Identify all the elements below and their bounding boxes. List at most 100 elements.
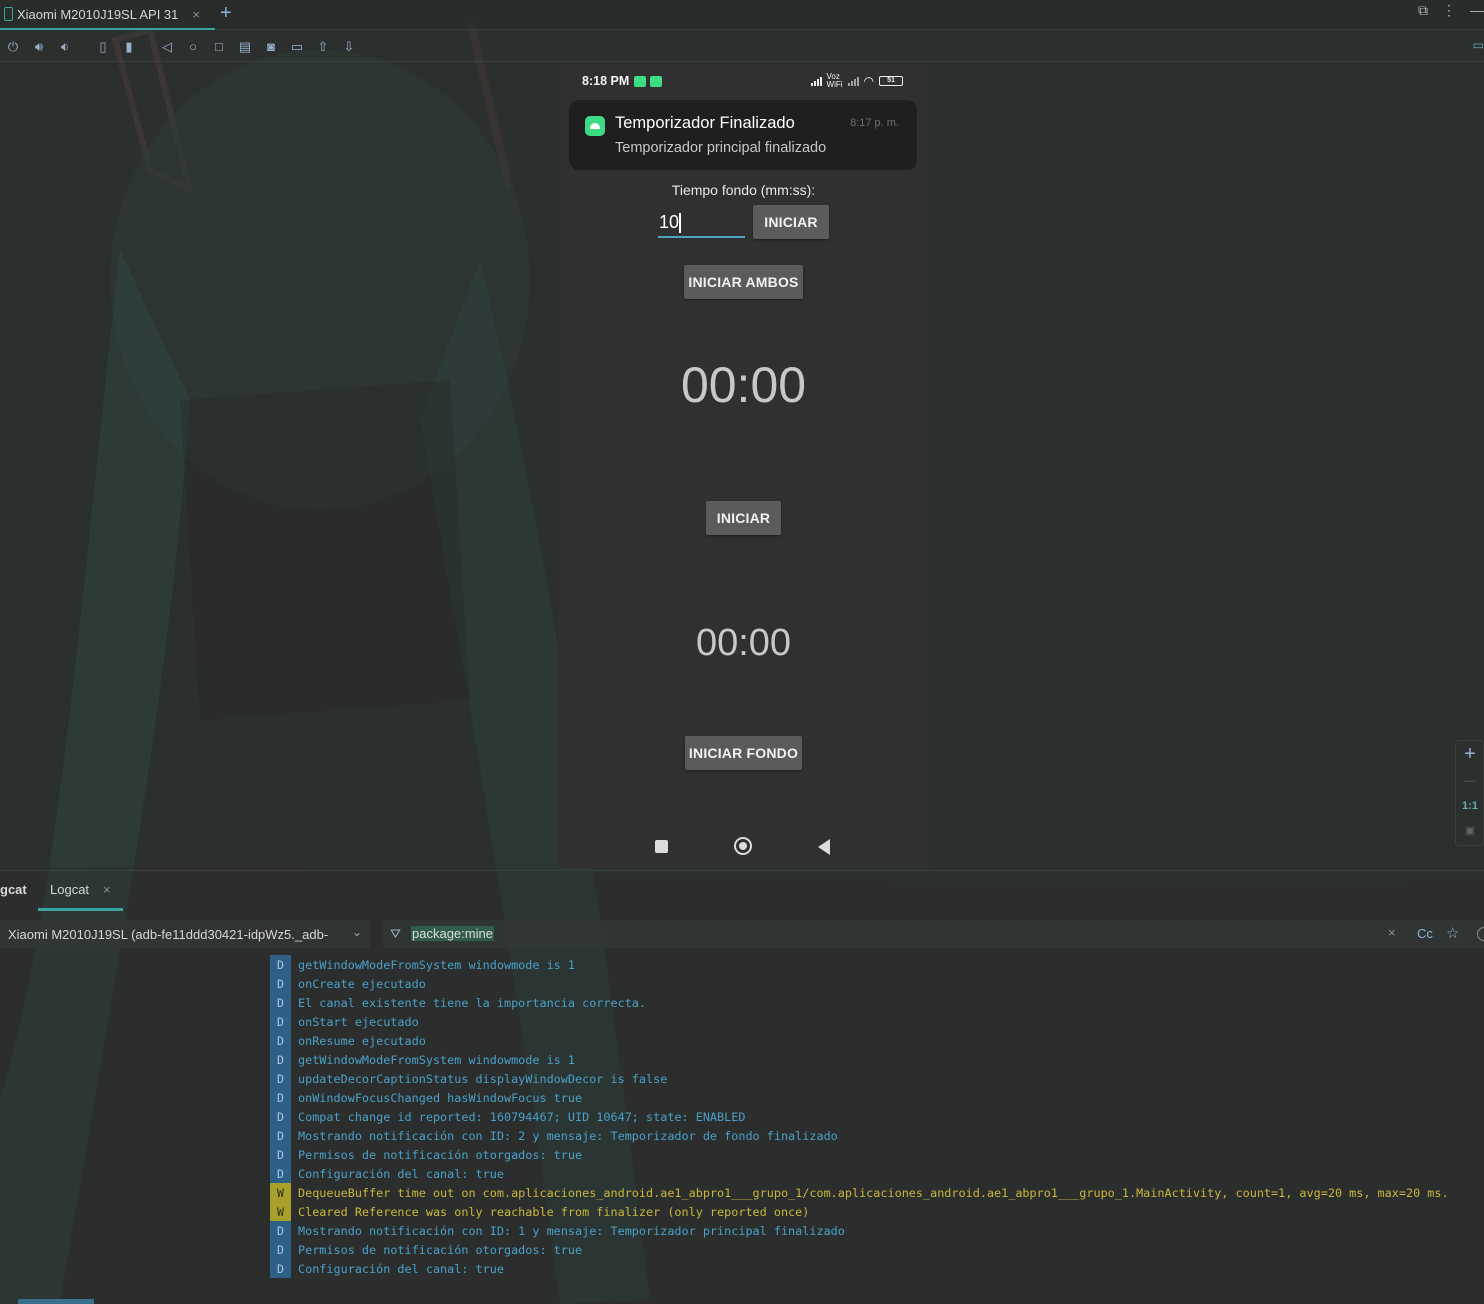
log-level-badge: W xyxy=(270,1202,291,1221)
log-row[interactable]: D Permisos de notificación otorgados: tru… xyxy=(270,1145,1484,1164)
zoom-actual-size-button[interactable]: 1:1 xyxy=(1456,800,1484,812)
fold-icon[interactable]: ▤ xyxy=(232,34,258,60)
log-row[interactable]: D Permisos de notificación otorgados: tru… xyxy=(270,1240,1484,1259)
log-row[interactable]: D Mostrando notificación con ID: 1 y mens… xyxy=(270,1221,1484,1240)
zoom-fit-icon[interactable]: ▣ xyxy=(1456,824,1484,837)
log-message: Compat change id reported: 160794467; UI… xyxy=(298,1109,746,1124)
log-message: Mostrando notificación con ID: 2 y mensa… xyxy=(298,1128,838,1143)
overview-icon[interactable]: □ xyxy=(206,34,232,60)
log-message: onWindowFocusChanged hasWindowFocus true xyxy=(298,1090,583,1105)
log-message: DequeueBuffer time out on com.aplicacion… xyxy=(298,1185,1449,1200)
help-icon[interactable] xyxy=(1477,927,1484,941)
add-tab-button[interactable]: + xyxy=(220,2,232,25)
notification-card[interactable]: Temporizador Finalizado 8:17 p. m. Tempo… xyxy=(569,100,917,170)
home-nav-icon[interactable] xyxy=(734,837,752,855)
device-tab-label: Xiaomi M2010J19SL API 31 xyxy=(17,6,179,22)
log-message: getWindowModeFromSystem windowmode is 1 xyxy=(298,1052,575,1067)
text-caret xyxy=(679,213,681,234)
log-row[interactable]: W Cleared Reference was only reachable fr… xyxy=(270,1202,1484,1221)
back-nav-icon[interactable] xyxy=(818,839,830,855)
recents-nav-icon[interactable] xyxy=(655,840,668,853)
log-message: Mostrando notificación con ID: 1 y mensa… xyxy=(298,1223,845,1238)
notification-text: Temporizador principal finalizado xyxy=(615,140,827,156)
log-row[interactable]: DonCreate ejecutado xyxy=(270,974,1484,993)
log-message: onResume ejecutado xyxy=(298,1033,426,1048)
log-level-badge: D xyxy=(270,993,291,1012)
volume-up-icon[interactable]: 🔊︎ xyxy=(26,34,52,60)
log-level-badge: D xyxy=(270,1088,291,1107)
device-screen[interactable]: 8:18 PM Voz WiFi ◠ 51 Temporizador Final… xyxy=(558,66,929,868)
log-row[interactable]: W DequeueBuffer time out on com.aplicacio… xyxy=(270,1183,1484,1202)
log-row[interactable]: D Mostrando notificación con ID: 2 y mens… xyxy=(270,1126,1484,1145)
rotate-right-icon[interactable]: ▮ xyxy=(116,34,142,60)
log-level-badge: D xyxy=(270,1031,291,1050)
clear-filter-icon[interactable]: × xyxy=(1388,925,1396,940)
device-tab[interactable]: Xiaomi M2010J19SL API 31 × xyxy=(0,0,215,30)
home-icon[interactable]: ○ xyxy=(180,34,206,60)
screenshot-icon[interactable]: ◙ xyxy=(258,34,284,60)
network-label: Voz WiFi xyxy=(826,72,843,89)
device-icon xyxy=(4,7,13,21)
chevron-down-icon: ⌄ xyxy=(351,925,362,939)
battery-icon: 51 xyxy=(879,76,903,86)
log-level-badge: D xyxy=(270,1012,291,1031)
screen-record-icon[interactable]: ▭ xyxy=(284,34,310,60)
filter-query: package:mine xyxy=(411,926,494,941)
zoom-controls: + — 1:1 ▣ xyxy=(1455,740,1484,846)
log-row[interactable]: DgetWindowModeFromSystem windowmode is 1 xyxy=(270,1050,1484,1069)
log-level-badge: D xyxy=(270,1107,291,1126)
match-case-button[interactable]: Cc xyxy=(1417,926,1433,941)
minimize-icon[interactable]: — xyxy=(1470,2,1484,19)
log-row[interactable]: DonWindowFocusChanged hasWindowFocus tru… xyxy=(270,1088,1484,1107)
logcat-filter-bar: Xiaomi M2010J19SL (adb-fe11ddd30421-idpW… xyxy=(0,918,1484,948)
log-row[interactable]: DupdateDecorCaptionStatus displayWindowD… xyxy=(270,1069,1484,1088)
notification-title: Temporizador Finalizado xyxy=(615,114,795,132)
close-tab-icon[interactable]: × xyxy=(103,882,111,897)
log-message: onCreate ejecutado xyxy=(298,976,426,991)
log-row[interactable]: D Configuración del canal: true xyxy=(270,1164,1484,1183)
log-row[interactable]: D Configuración del canal: true xyxy=(270,1259,1484,1278)
download-icon[interactable]: ⇩ xyxy=(336,34,362,60)
start-fondo-button[interactable]: INICIAR FONDO xyxy=(685,736,802,770)
log-row[interactable]: DgetWindowModeFromSystem windowmode is 1 xyxy=(270,955,1484,974)
device-mirror-icon[interactable]: ▭ xyxy=(1473,38,1484,52)
fondo-time-input[interactable]: 10 xyxy=(658,208,745,238)
log-level-badge: D xyxy=(270,1164,291,1183)
zoom-in-icon[interactable]: + xyxy=(1456,743,1484,766)
horizontal-scrollbar[interactable] xyxy=(18,1299,94,1304)
logcat-output[interactable]: DgetWindowModeFromSystem windowmode is 1… xyxy=(270,955,1484,1278)
log-level-badge: D xyxy=(270,1240,291,1259)
open-external-icon[interactable]: ⧉ xyxy=(1418,2,1428,19)
more-options-icon[interactable]: ⋮ xyxy=(1442,2,1456,19)
favorite-filter-icon[interactable]: ☆ xyxy=(1446,924,1459,942)
log-level-badge: D xyxy=(270,1145,291,1164)
log-message: El canal existente tiene la importancia … xyxy=(298,995,647,1010)
log-row[interactable]: DonResume ejecutado xyxy=(270,1031,1484,1050)
close-tab-icon[interactable]: × xyxy=(192,7,200,22)
app-notification-icon xyxy=(650,76,662,87)
start-fondo-input-button[interactable]: INICIAR xyxy=(753,205,829,239)
emulator-tab-bar: Xiaomi M2010J19SL API 31 × + ⧉ ⋮ — xyxy=(0,0,1484,30)
log-row[interactable]: D Compat change id reported: 160794467; U… xyxy=(270,1107,1484,1126)
log-message: Cleared Reference was only reachable fro… xyxy=(298,1204,810,1219)
tab-logcat[interactable]: Logcat × xyxy=(38,871,123,911)
volume-down-icon[interactable]: 🔉︎ xyxy=(52,34,78,60)
start-main-button[interactable]: INICIAR xyxy=(706,501,781,535)
notification-time: 8:17 p. m. xyxy=(850,117,899,129)
power-icon[interactable]: ⏻ xyxy=(0,34,26,60)
upload-icon[interactable]: ⇧ xyxy=(310,34,336,60)
start-both-button[interactable]: INICIAR AMBOS xyxy=(684,265,803,299)
device-selector[interactable]: Xiaomi M2010J19SL (adb-fe11ddd30421-idpW… xyxy=(0,920,370,948)
log-level-badge: D xyxy=(270,1069,291,1088)
zoom-out-icon[interactable]: — xyxy=(1456,775,1484,787)
logcat-filter-input[interactable]: ⛛ package:mine × Cc ☆ xyxy=(383,920,1484,948)
rotate-left-icon[interactable]: ▯ xyxy=(90,34,116,60)
log-level-badge: D xyxy=(270,1050,291,1069)
status-bar: 8:18 PM Voz WiFi ◠ 51 xyxy=(558,72,929,92)
log-row[interactable]: DonStart ejecutado xyxy=(270,1012,1484,1031)
android-app-icon xyxy=(585,116,605,136)
log-row[interactable]: D El canal existente tiene la importancia… xyxy=(270,993,1484,1012)
log-message: Configuración del canal: true xyxy=(298,1261,504,1276)
back-icon[interactable]: ◁ xyxy=(154,34,180,60)
wifi-icon: ◠ xyxy=(863,74,874,88)
